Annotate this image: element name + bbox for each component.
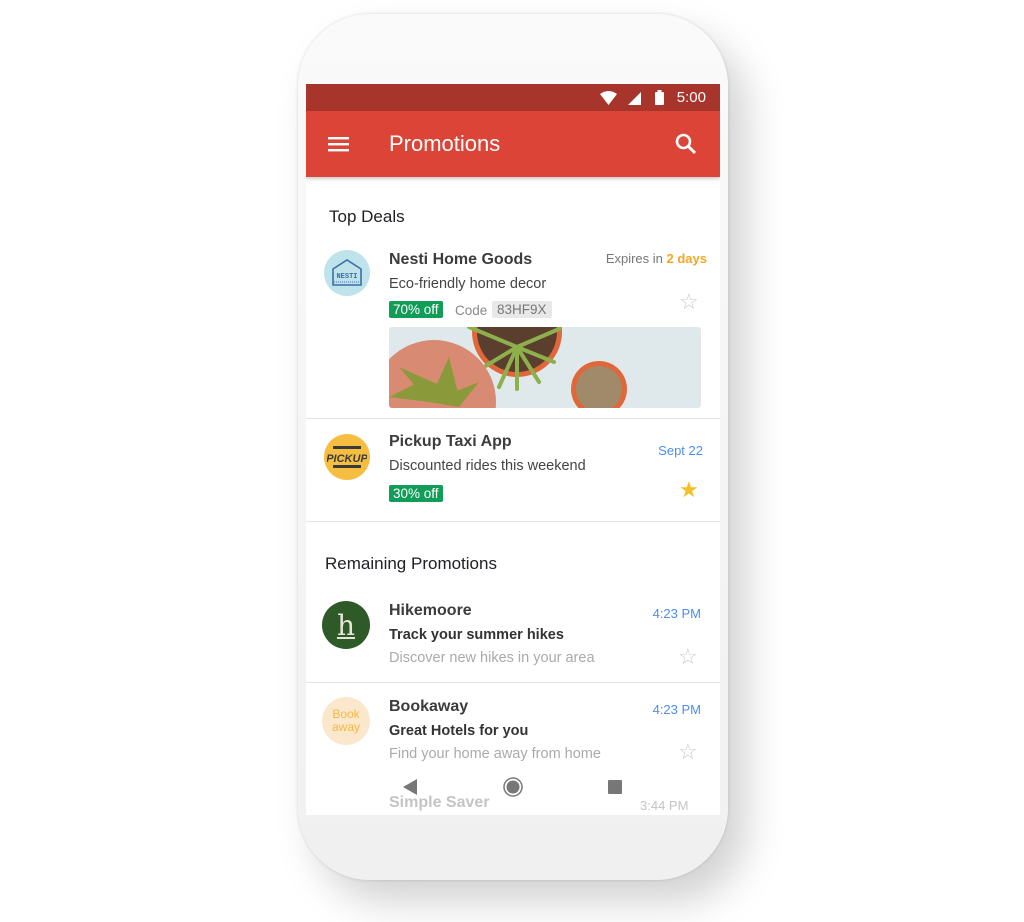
section-heading-top-deals: Top Deals — [329, 207, 405, 226]
expires-prefix: Expires in — [605, 251, 667, 266]
nesti-logo: NESTI — [332, 259, 362, 286]
svg-text:PICKUP: PICKUP — [327, 453, 367, 465]
status-time: 5:00 — [676, 89, 706, 106]
sender-name: Nesti Home Goods — [389, 251, 533, 268]
promo-image-succulents — [389, 327, 701, 408]
svg-text:NESTI: NESTI — [336, 273, 357, 281]
avatar-bookaway: Book away — [322, 697, 370, 745]
avatar-nesti: NESTI — [324, 250, 370, 296]
sender-name: Bookaway — [389, 698, 469, 715]
time: 3:44 PM — [640, 798, 689, 813]
time: 4:23 PM — [652, 606, 701, 621]
code-label: Code — [455, 303, 488, 318]
subject: Discounted rides this weekend — [389, 458, 586, 474]
discount-badge: 30% off — [389, 485, 443, 502]
bookaway-logo-line2: away — [331, 720, 360, 734]
sender-name: Hikemoore — [389, 602, 472, 619]
phone-screen: 5:00 Promotions Top Deals NESTI Nesti Ho… — [306, 84, 720, 815]
date: Sept 22 — [658, 443, 703, 458]
sender-name: Simple Saver — [389, 794, 490, 811]
wifi-icon — [600, 91, 617, 105]
search-icon[interactable] — [675, 133, 697, 155]
subject: Eco-friendly home decor — [389, 276, 547, 292]
star-filled-icon[interactable]: ★ — [679, 479, 699, 501]
home-circle-icon[interactable] — [503, 777, 523, 797]
app-bar: Promotions — [306, 111, 720, 177]
time: 4:23 PM — [652, 702, 701, 717]
discount-badge: 70% off — [389, 301, 443, 318]
battery-icon — [655, 90, 664, 105]
hikemoore-logo: h — [336, 608, 356, 642]
star-outline-icon[interactable]: ☆ — [678, 646, 698, 668]
avatar-pickup: PICKUP — [324, 434, 370, 480]
expires-label: Expires in 2 days — [606, 251, 707, 266]
divider — [306, 521, 720, 522]
hamburger-menu-icon[interactable] — [328, 136, 349, 152]
signal-icon — [628, 92, 641, 105]
back-triangle-icon[interactable] — [403, 779, 417, 795]
snippet: Find your home away from home — [389, 746, 601, 762]
promo-code: 83HF9X — [492, 301, 552, 318]
divider — [306, 682, 720, 683]
divider — [306, 418, 720, 419]
expires-highlight: 2 days — [666, 251, 707, 266]
status-bar: 5:00 — [306, 84, 720, 111]
snippet: Discover new hikes in your area — [389, 650, 595, 666]
recents-square-icon[interactable] — [608, 780, 622, 794]
section-heading-remaining: Remaining Promotions — [325, 554, 497, 573]
subject: Track your summer hikes — [389, 627, 564, 643]
pickup-logo: PICKUP — [327, 446, 367, 468]
subject: Great Hotels for you — [389, 723, 529, 739]
star-outline-icon[interactable]: ☆ — [678, 741, 698, 763]
star-outline-icon[interactable]: ☆ — [679, 291, 699, 313]
avatar-hikemoore: h — [322, 601, 370, 649]
page-title: Promotions — [389, 131, 501, 156]
sender-name: Pickup Taxi App — [389, 433, 512, 450]
